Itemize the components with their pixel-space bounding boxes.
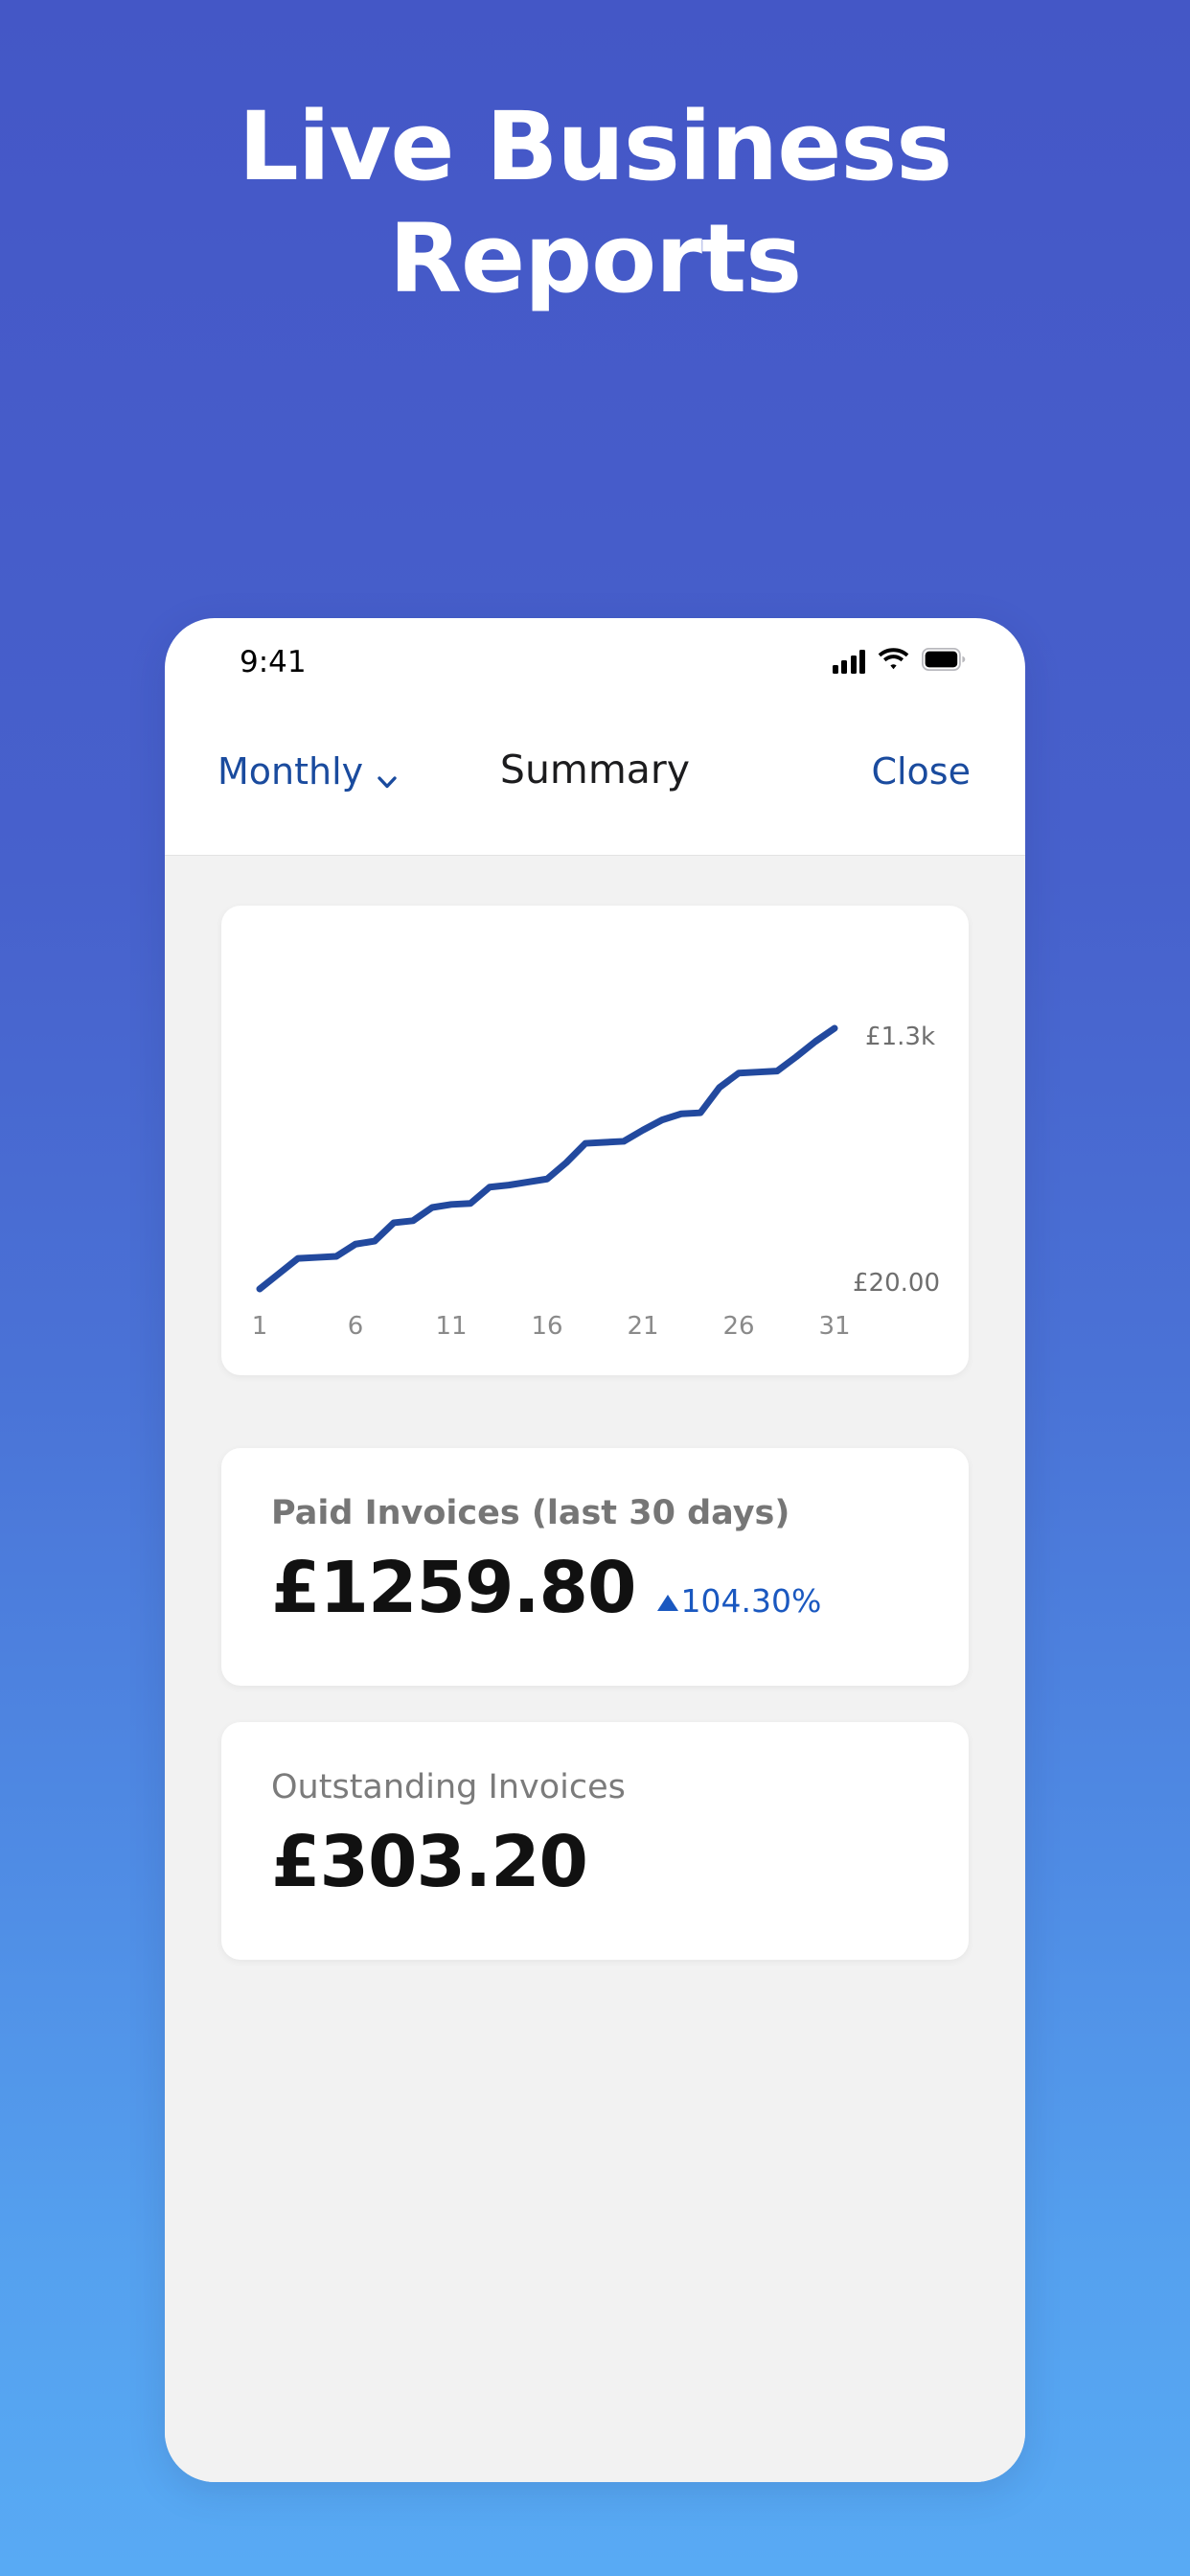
paid-invoices-card[interactable]: Paid Invoices (last 30 days) £1259.80 10… — [221, 1448, 969, 1686]
revenue-chart-card[interactable]: 1 6 11 16 21 26 31 £1.3k £20.00 — [221, 906, 969, 1375]
wifi-icon — [878, 647, 909, 676]
revenue-line-chart: 1 6 11 16 21 26 31 £1.3k £20.00 — [252, 1023, 940, 1341]
chart-x-tick-label: 1 — [252, 1312, 268, 1341]
promo-screenshot-page: Live Business Reports 9:41 Monthly Summa… — [0, 0, 1190, 2576]
close-button[interactable]: Close — [871, 750, 971, 793]
status-time: 9:41 — [240, 645, 307, 679]
svg-text:£1.3k: £1.3k — [865, 1023, 935, 1051]
page-title: Live Business Reports — [238, 92, 952, 314]
chart-line-series — [256, 1024, 838, 1293]
chart-x-tick-label: 21 — [627, 1312, 658, 1341]
phone-mockup: 9:41 Monthly Summary Close 1 6 11 16 21 … — [165, 618, 1025, 2482]
svg-text:£20.00: £20.00 — [853, 1269, 940, 1298]
outstanding-invoices-card[interactable]: Outstanding Invoices £303.20 — [221, 1722, 969, 1960]
paid-invoices-row: £1259.80 104.30% — [271, 1544, 821, 1633]
status-bar: 9:41 — [165, 618, 1025, 702]
navigation-bar: Monthly Summary Close — [165, 702, 1025, 856]
chart-x-tick-label: 31 — [818, 1312, 850, 1341]
paid-invoices-delta: 104.30% — [656, 1582, 822, 1620]
status-icons — [832, 647, 967, 676]
chart-x-tick-label: 6 — [348, 1312, 364, 1341]
paid-invoices-value: £1259.80 — [271, 1547, 637, 1629]
summary-content: 1 6 11 16 21 26 31 £1.3k £20.00 Paid Invoices … — [165, 856, 1025, 2482]
outstanding-invoices-value: £303.20 — [271, 1821, 588, 1903]
trend-up-icon — [656, 1595, 678, 1611]
battery-full-icon — [921, 647, 966, 676]
chart-x-tick-label: 16 — [531, 1312, 562, 1341]
paid-invoices-title: Paid Invoices (last 30 days) — [271, 1494, 790, 1532]
chart-x-tick-label: 26 — [722, 1312, 754, 1341]
chart-x-tick-label: 11 — [435, 1312, 467, 1341]
paid-invoices-delta-value: 104.30% — [680, 1582, 822, 1620]
outstanding-invoices-title: Outstanding Invoices — [271, 1768, 626, 1806]
outstanding-invoices-row: £303.20 — [271, 1818, 588, 1907]
cellular-signal-icon — [832, 649, 865, 674]
